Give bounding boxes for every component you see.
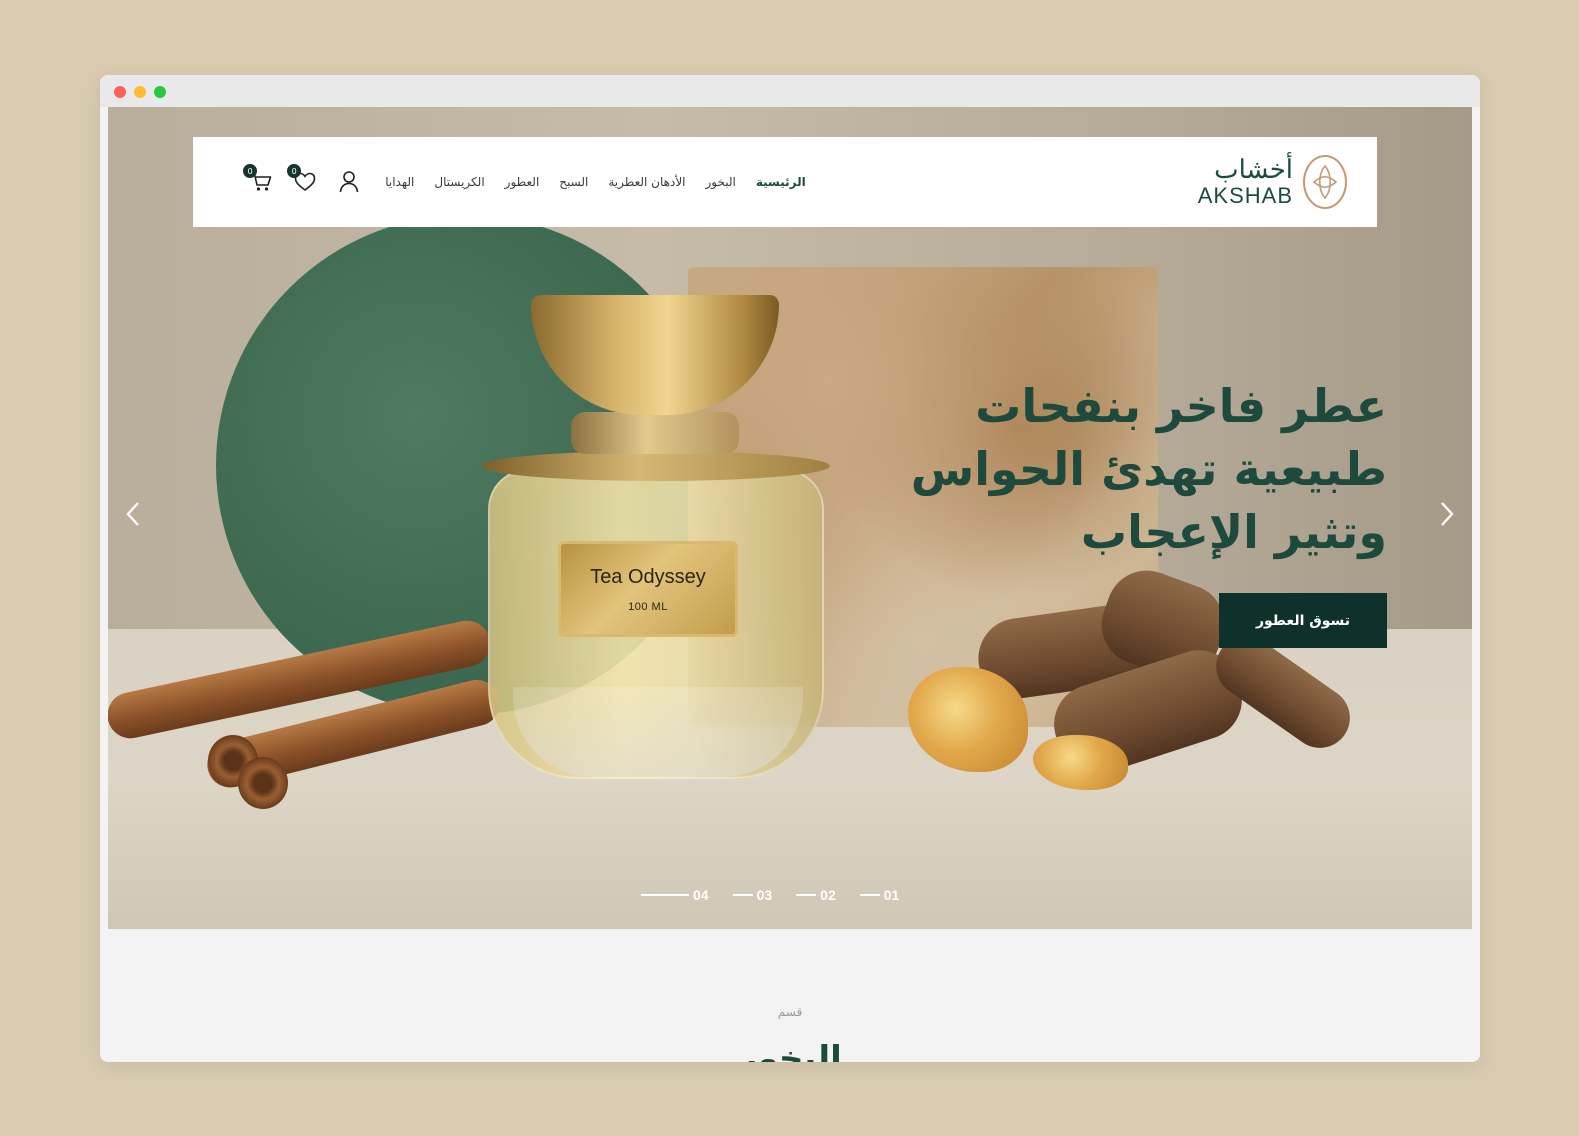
slide-number: 01 — [883, 887, 900, 903]
perfume-label: Tea Odyssey 100 ML — [558, 541, 738, 637]
nav-item-perfume-oils[interactable]: الأدهان العطرية — [608, 175, 685, 189]
cinnamon-end-image — [238, 757, 288, 809]
main-navigation: الرئيسية البخور الأدهان العطرية السبح ال… — [385, 175, 806, 189]
slider-next-button[interactable] — [1432, 499, 1462, 529]
perfume-bottle-neck — [571, 412, 739, 454]
site-header: أخشاب AKSHAB الرئيسية البخور الأدهان الع… — [193, 137, 1377, 227]
chevron-left-icon — [126, 502, 139, 526]
account-button[interactable] — [337, 170, 361, 194]
hero-slider: Tea Odyssey 100 ML أخشاب AKSHAB الرئيسية… — [108, 107, 1472, 929]
slide-indicator-03[interactable]: 03 — [732, 887, 773, 903]
chevron-right-icon — [1441, 502, 1454, 526]
shop-perfumes-button[interactable]: تسوق العطور — [1219, 593, 1387, 648]
slider-pagination: 04 03 02 01 — [641, 887, 899, 903]
slide-indicator-04[interactable]: 04 — [641, 887, 709, 903]
nav-item-gifts[interactable]: الهدايا — [385, 175, 414, 189]
slide-number: 03 — [756, 887, 773, 903]
nav-item-crystal[interactable]: الكريستال — [434, 175, 484, 189]
logo-english-text: AKSHAB — [1197, 183, 1293, 208]
perfume-bottle-base — [513, 687, 803, 777]
section-title: البخور — [738, 1039, 842, 1062]
slide-indicator-02[interactable]: 02 — [796, 887, 836, 903]
slide-indicator-line — [796, 894, 817, 896]
perfume-size: 100 ML — [628, 600, 668, 613]
nav-item-rosaries[interactable]: السبح — [559, 175, 588, 189]
hero-headline: عطر فاخر بنفحات طبيعية تهدئ الحواس وتثير… — [910, 379, 1387, 559]
cart-button[interactable]: 0 — [243, 164, 273, 194]
perfume-name: Tea Odyssey — [590, 565, 706, 588]
logo-arabic-text: أخشاب — [1214, 155, 1293, 185]
perfume-bottle-collar — [482, 451, 830, 481]
slide-indicator-01[interactable]: 01 — [859, 887, 900, 903]
minimize-window-button[interactable] — [134, 86, 146, 98]
nav-item-perfumes[interactable]: العطور — [505, 175, 540, 189]
slide-indicator-line — [859, 894, 880, 896]
slider-prev-button[interactable] — [118, 499, 148, 529]
window-titlebar — [100, 75, 1480, 107]
header-icons: 0 0 — [243, 164, 361, 194]
close-window-button[interactable] — [114, 86, 126, 98]
nav-item-home[interactable]: الرئيسية — [756, 175, 806, 189]
site-logo[interactable]: أخشاب AKSHAB — [1198, 155, 1347, 209]
section-kicker: قسم — [777, 1005, 803, 1019]
logo-emblem-icon — [1303, 155, 1347, 209]
maximize-window-button[interactable] — [154, 86, 166, 98]
category-section: قسم البخور — [100, 929, 1480, 1062]
slide-number: 02 — [820, 887, 836, 903]
wishlist-button[interactable]: 0 — [287, 164, 317, 194]
slide-indicator-line — [732, 894, 753, 896]
browser-window: Tea Odyssey 100 ML أخشاب AKSHAB الرئيسية… — [100, 75, 1480, 1062]
slide-indicator-line — [641, 894, 689, 896]
nav-item-incense[interactable]: البخور — [706, 175, 736, 189]
user-icon — [339, 171, 359, 193]
slide-number: 04 — [693, 887, 709, 903]
